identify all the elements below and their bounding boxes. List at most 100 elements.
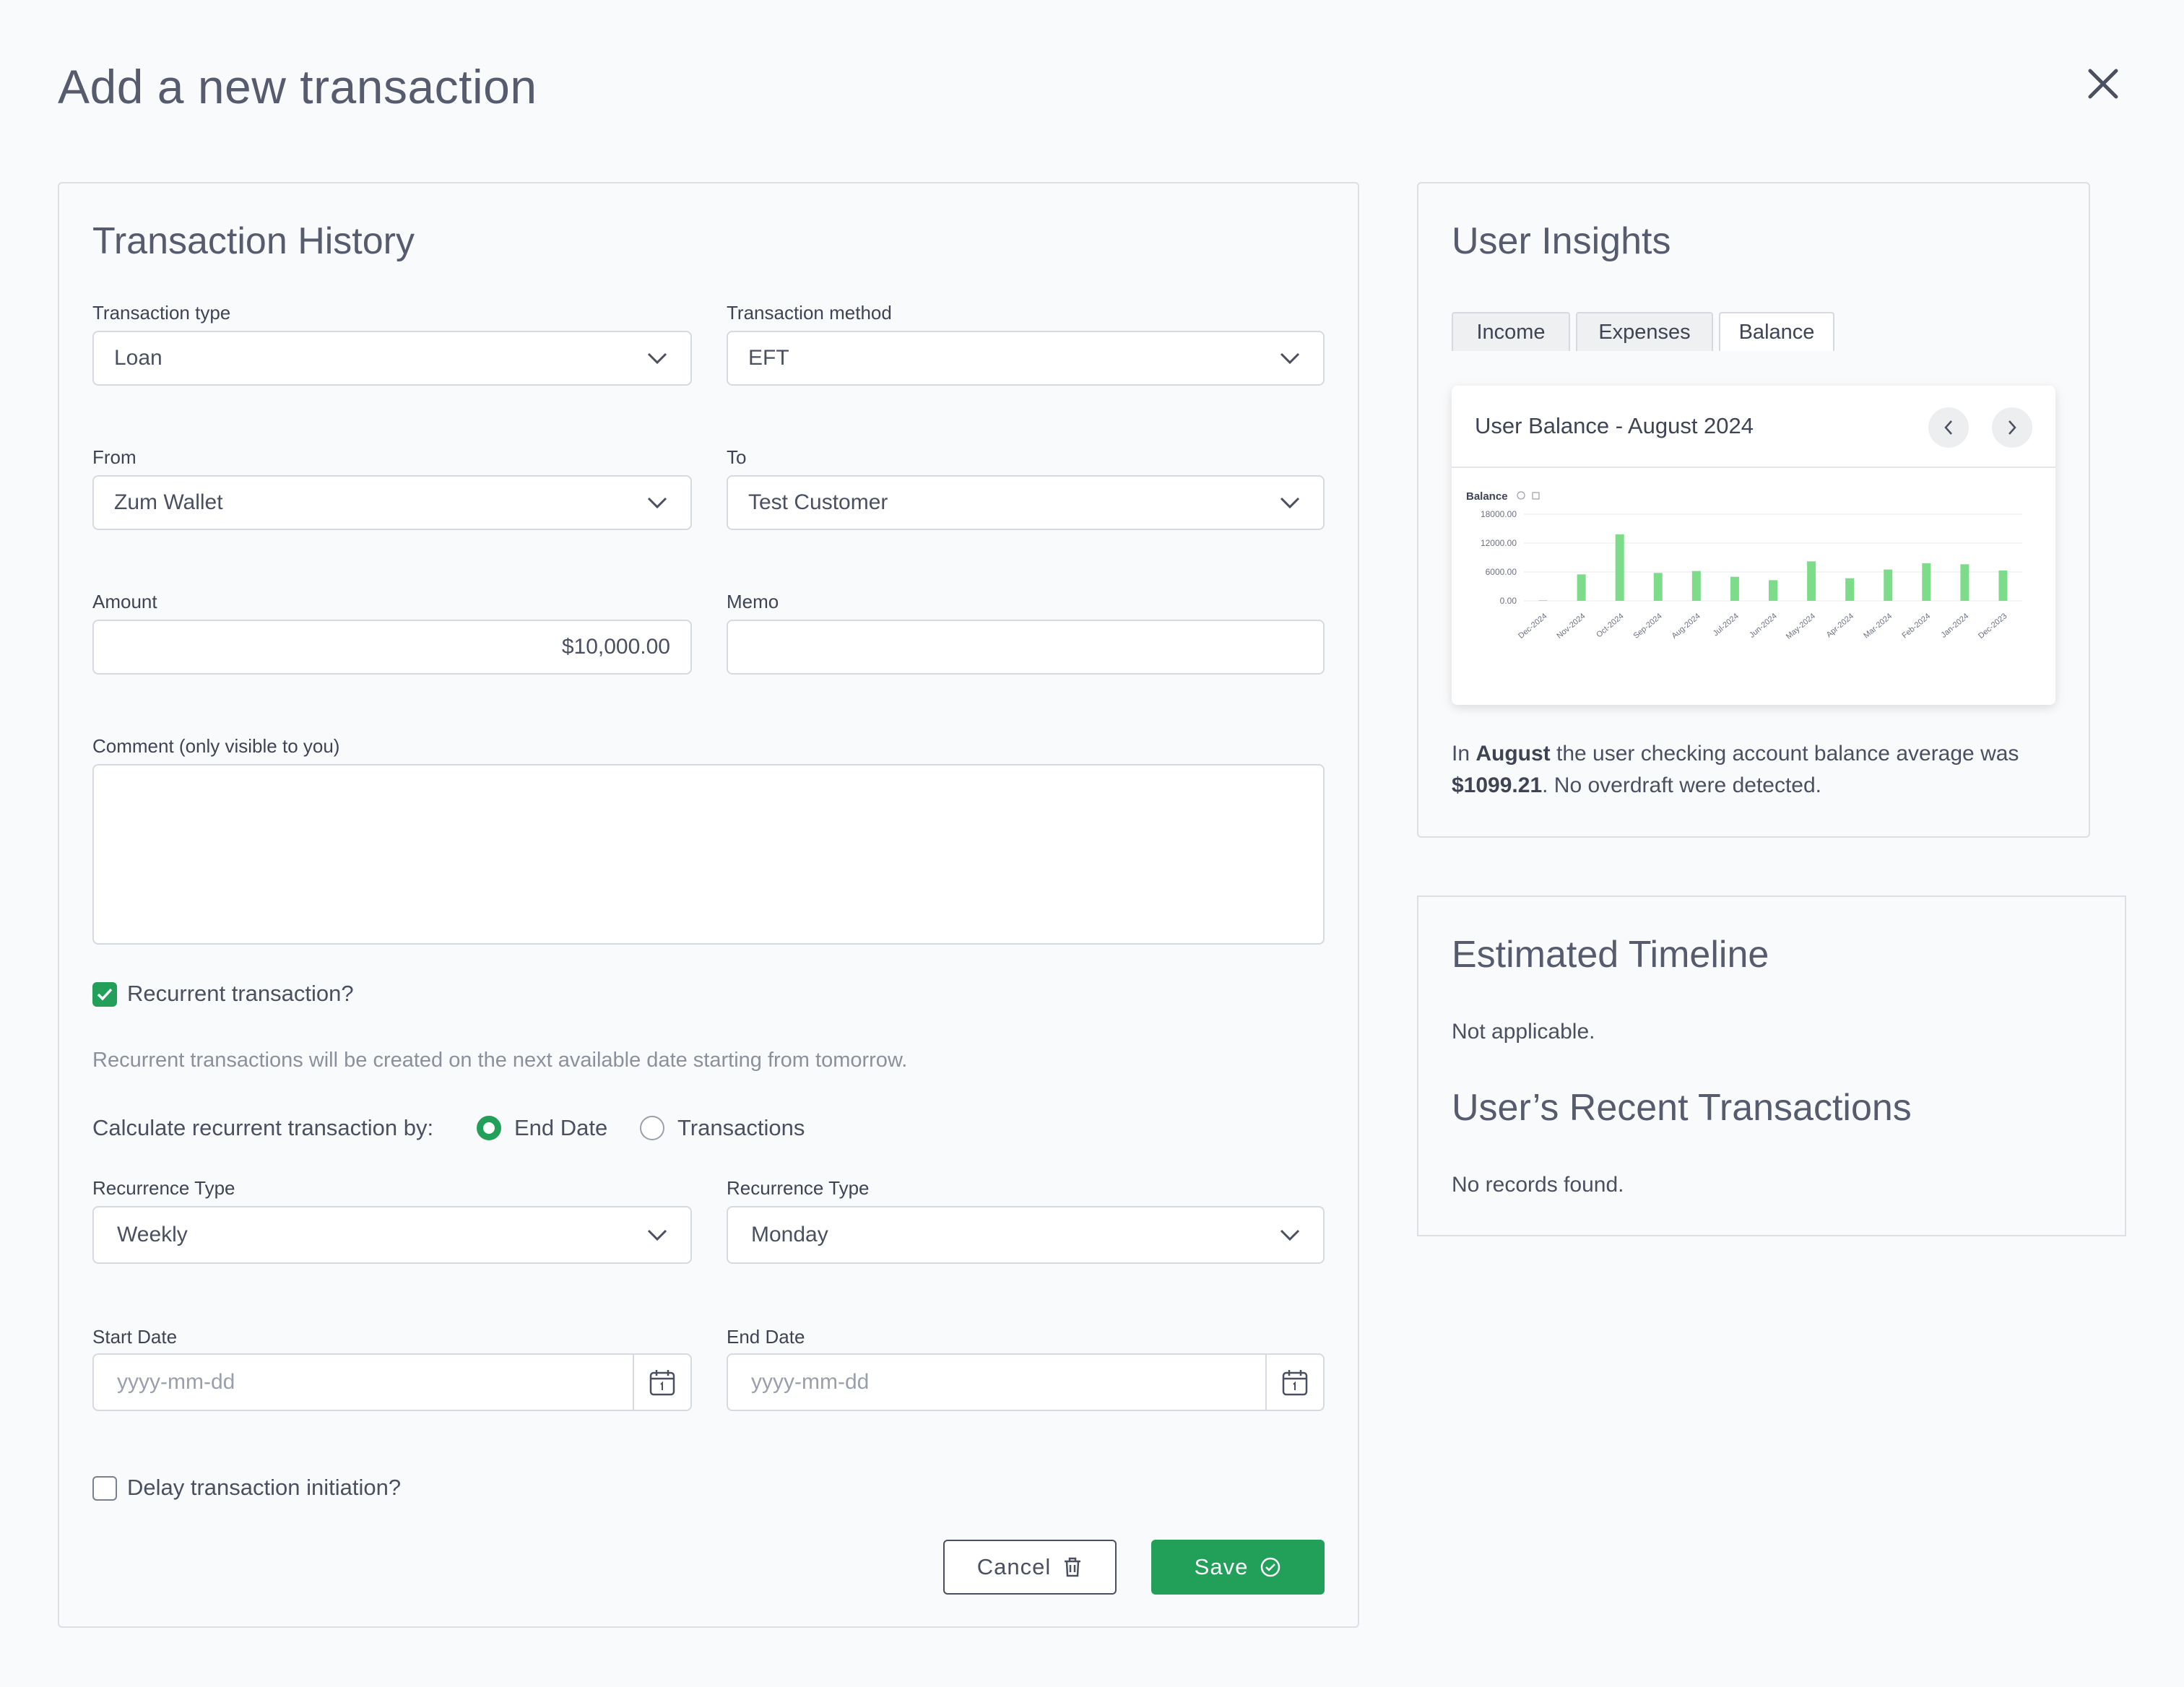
tab-expenses[interactable]: Expenses (1576, 312, 1713, 351)
y-tick-label: 12000.00 (1481, 538, 1517, 548)
recurrent-label: Recurrent transaction? (127, 981, 354, 1006)
x-tick-label: Dec-2023 (1977, 612, 2008, 641)
x-tick-label: Feb-2024 (1900, 612, 1932, 640)
start-date-placeholder: yyyy-mm-dd (117, 1370, 235, 1394)
next-month-button[interactable] (1992, 407, 2032, 448)
chevron-left-icon (1944, 420, 1952, 435)
previous-month-button[interactable] (1928, 407, 1969, 448)
x-tick-label: Mar-2024 (1862, 612, 1894, 640)
save-button[interactable]: Save (1151, 1540, 1325, 1595)
y-tick-label: 18000.00 (1481, 509, 1517, 519)
x-tick-label: Jun-2024 (1748, 612, 1779, 640)
bar (1998, 571, 2008, 601)
edit-icon (1532, 492, 1540, 500)
insight-summary: In August the user checking account bala… (1452, 738, 2073, 802)
recurrent-checkbox[interactable] (92, 982, 117, 1007)
tab-balance[interactable]: Balance (1719, 312, 1834, 351)
transaction-type-value: Loan (114, 346, 162, 370)
estimated-timeline-text: Not applicable. (1452, 1020, 1595, 1044)
bar (1884, 569, 1893, 601)
summary-suffix: . No overdraft were detected. (1542, 773, 1822, 797)
recurrence-type-value: Weekly (117, 1223, 188, 1246)
calc-by-label: Calculate recurrent transaction by: (92, 1115, 434, 1140)
amount-value: $10,000.00 (561, 635, 670, 659)
cancel-button[interactable]: Cancel (943, 1540, 1117, 1595)
cancel-button-label: Cancel (976, 1554, 1052, 1579)
end-date-placeholder: yyyy-mm-dd (751, 1370, 870, 1394)
bar (1538, 600, 1548, 601)
transaction-method-value: EFT (748, 346, 789, 370)
chevron-down-icon (647, 352, 667, 364)
recurrence-day-select[interactable]: Monday (727, 1206, 1325, 1264)
chevron-down-icon (647, 1229, 667, 1241)
estimated-timeline-title: Estimated Timeline (1452, 934, 1769, 976)
bar (1769, 580, 1777, 601)
recurrence-type-label: Recurrence Type (92, 1177, 235, 1199)
x-tick-label: Aug-2024 (1670, 612, 1702, 641)
memo-input[interactable] (727, 620, 1325, 675)
recurrence-day-value: Monday (751, 1223, 828, 1246)
close-icon[interactable] (2080, 61, 2126, 107)
chevron-down-icon (1280, 497, 1300, 508)
bar (1691, 571, 1701, 601)
end-date-radio-label: End Date (514, 1115, 608, 1140)
summary-prefix: In (1452, 742, 1476, 766)
chevron-down-icon (1280, 352, 1300, 364)
from-select[interactable]: Zum Wallet (92, 475, 692, 530)
calendar-icon[interactable] (1265, 1355, 1323, 1410)
amount-label: Amount (92, 591, 157, 612)
x-tick-label: Jan-2024 (1939, 612, 1970, 640)
from-label: From (92, 446, 136, 468)
chart-card-title: User Balance - August 2024 (1475, 413, 1754, 438)
bar (1807, 561, 1816, 601)
bar (1730, 576, 1739, 601)
x-tick-label: Nov-2024 (1555, 612, 1587, 641)
to-value: Test Customer (748, 490, 888, 514)
bar (1653, 573, 1663, 601)
x-tick-label: Apr-2024 (1825, 612, 1855, 639)
calendar-icon[interactable] (633, 1355, 690, 1410)
recurrence-day-label: Recurrence Type (727, 1177, 870, 1199)
delay-label: Delay transaction initiation? (127, 1475, 402, 1500)
transaction-history-title: Transaction History (92, 220, 415, 262)
recent-transactions-title: User’s Recent Transactions (1452, 1087, 1912, 1129)
x-tick-label: Sep-2024 (1632, 612, 1663, 641)
to-label: To (727, 446, 747, 468)
y-tick-label: 0.00 (1500, 596, 1517, 606)
start-date-input[interactable]: yyyy-mm-dd (92, 1353, 692, 1411)
comment-label: Comment (only visible to you) (92, 735, 340, 757)
from-value: Zum Wallet (114, 490, 223, 514)
x-tick-label: May-2024 (1785, 612, 1817, 641)
transactions-radio-label: Transactions (677, 1115, 805, 1140)
end-date-input[interactable]: yyyy-mm-dd (727, 1353, 1325, 1411)
info-icon (1517, 491, 1525, 500)
x-tick-label: Jul-2024 (1712, 612, 1741, 638)
end-date-label: End Date (727, 1326, 805, 1348)
comment-textarea[interactable] (92, 764, 1325, 945)
balance-chart-card: User Balance - August 2024 Balance 18000… (1452, 386, 2055, 705)
y-tick-label: 6000.00 (1486, 567, 1517, 577)
x-tick-label: Dec-2024 (1517, 612, 1548, 641)
chevron-down-icon (1280, 1229, 1300, 1241)
summary-middle: the user checking account balance averag… (1550, 742, 2019, 766)
check-circle-icon (1261, 1557, 1280, 1577)
recent-transactions-text: No records found. (1452, 1173, 1624, 1197)
recurrent-hint: Recurrent transactions will be created o… (92, 1049, 908, 1072)
delay-checkbox[interactable] (92, 1476, 117, 1501)
transaction-method-select[interactable]: EFT (727, 331, 1325, 386)
bar (1922, 563, 1931, 601)
summary-amount: $1099.21 (1452, 773, 1543, 797)
trash-icon (1065, 1557, 1081, 1577)
to-select[interactable]: Test Customer (727, 475, 1325, 530)
bar (1615, 534, 1624, 601)
user-insights-title: User Insights (1452, 220, 1671, 262)
save-button-label: Save (1194, 1554, 1249, 1579)
transaction-type-select[interactable]: Loan (92, 331, 692, 386)
transactions-radio[interactable] (640, 1116, 664, 1140)
amount-input[interactable]: $10,000.00 (92, 620, 692, 675)
recurrence-type-select[interactable]: Weekly (92, 1206, 692, 1264)
summary-month: August (1476, 742, 1551, 766)
bar (1577, 574, 1586, 601)
tab-income[interactable]: Income (1452, 312, 1570, 351)
end-date-radio[interactable] (477, 1116, 501, 1140)
